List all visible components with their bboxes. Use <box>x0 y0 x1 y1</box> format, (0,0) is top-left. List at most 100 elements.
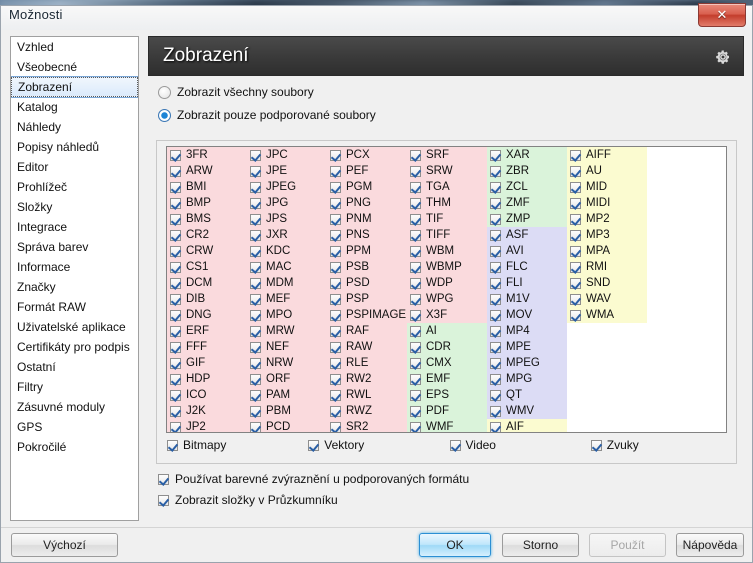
format-item[interactable]: MPE <box>487 339 567 355</box>
format-checkbox[interactable] <box>570 245 581 257</box>
format-item[interactable]: AI <box>407 323 487 339</box>
format-item[interactable]: THM <box>407 195 487 211</box>
format-item[interactable]: BMI <box>167 179 247 195</box>
format-checkbox[interactable] <box>170 197 181 209</box>
format-item[interactable]: SND <box>567 275 647 291</box>
format-checkbox[interactable] <box>250 165 261 177</box>
format-item[interactable]: ZBR <box>487 163 567 179</box>
format-item[interactable]: MID <box>567 179 647 195</box>
format-item[interactable]: RWZ <box>327 403 407 419</box>
format-checkbox[interactable] <box>330 341 341 353</box>
format-item[interactable]: AU <box>567 163 647 179</box>
format-item[interactable]: PBM <box>247 403 327 419</box>
format-item[interactable]: MP2 <box>567 211 647 227</box>
format-checkbox[interactable] <box>490 277 501 289</box>
format-item[interactable]: WMF <box>407 419 487 432</box>
format-item[interactable]: ERF <box>167 323 247 339</box>
format-checkbox[interactable] <box>250 213 261 225</box>
format-checkbox[interactable] <box>330 405 341 417</box>
format-checkbox[interactable] <box>250 181 261 193</box>
format-checkbox[interactable] <box>250 341 261 353</box>
format-item[interactable]: JPE <box>247 163 327 179</box>
format-checkbox[interactable] <box>570 181 581 193</box>
format-item[interactable]: ZMP <box>487 211 567 227</box>
sidebar-item-9[interactable]: Integrace <box>11 217 138 237</box>
defaults-button[interactable]: Výchozí <box>11 533 118 557</box>
format-item[interactable]: ARW <box>167 163 247 179</box>
format-item[interactable]: NEF <box>247 339 327 355</box>
sidebar-item-7[interactable]: Prohlížeč <box>11 177 138 197</box>
format-item[interactable]: CMX <box>407 355 487 371</box>
format-item[interactable]: CS1 <box>167 259 247 275</box>
format-item[interactable]: HDP <box>167 371 247 387</box>
sidebar-item-17[interactable]: Filtry <box>11 377 138 397</box>
format-checkbox[interactable] <box>170 165 181 177</box>
kind-filter-bitmapy[interactable]: Bitmapy <box>167 438 308 452</box>
close-icon[interactable]: ✕ <box>698 3 746 27</box>
format-checkbox[interactable] <box>490 293 501 305</box>
format-item[interactable]: M1V <box>487 291 567 307</box>
format-item[interactable]: CR2 <box>167 227 247 243</box>
format-item[interactable]: AIF <box>487 419 567 432</box>
format-checkbox[interactable] <box>570 213 581 225</box>
format-checkbox[interactable] <box>490 421 501 432</box>
format-checkbox[interactable] <box>570 165 581 177</box>
format-item[interactable]: FLI <box>487 275 567 291</box>
sidebar-item-18[interactable]: Zásuvné moduly <box>11 397 138 417</box>
format-checkbox[interactable] <box>410 325 421 337</box>
format-item[interactable]: MRW <box>247 323 327 339</box>
format-item[interactable]: MDM <box>247 275 327 291</box>
format-item[interactable]: JPEG <box>247 179 327 195</box>
format-checkbox[interactable] <box>170 261 181 273</box>
format-item[interactable]: KDC <box>247 243 327 259</box>
format-checkbox[interactable] <box>410 405 421 417</box>
kind-checkbox[interactable] <box>590 439 602 451</box>
format-item[interactable]: JXR <box>247 227 327 243</box>
format-checkbox[interactable] <box>570 261 581 273</box>
format-item[interactable]: PPM <box>327 243 407 259</box>
format-checkbox[interactable] <box>250 405 261 417</box>
kind-filter-zvuky[interactable]: Zvuky <box>590 438 732 452</box>
format-item[interactable]: MOV <box>487 307 567 323</box>
format-item[interactable]: MP4 <box>487 323 567 339</box>
format-checkbox[interactable] <box>490 149 501 161</box>
format-item[interactable]: SR2 <box>327 419 407 432</box>
format-item[interactable]: MPO <box>247 307 327 323</box>
sidebar-item-11[interactable]: Informace <box>11 257 138 277</box>
format-item[interactable]: JPS <box>247 211 327 227</box>
format-item[interactable]: PSD <box>327 275 407 291</box>
format-checkbox[interactable] <box>330 149 341 161</box>
format-item[interactable]: ZCL <box>487 179 567 195</box>
format-item[interactable]: TIF <box>407 211 487 227</box>
format-item[interactable]: BMS <box>167 211 247 227</box>
format-item[interactable]: PSPIMAGE <box>327 307 407 323</box>
format-checkbox[interactable] <box>570 149 581 161</box>
format-item[interactable]: PEF <box>327 163 407 179</box>
sidebar-item-5[interactable]: Popisy náhledů <box>11 137 138 157</box>
radio-option-0[interactable]: Zobrazit všechny soubory <box>158 85 744 99</box>
format-checkbox[interactable] <box>170 357 181 369</box>
format-item[interactable]: DCM <box>167 275 247 291</box>
format-checkbox[interactable] <box>490 229 501 241</box>
format-checkbox[interactable] <box>170 389 181 401</box>
display-option-1[interactable]: Zobrazit složky v Průzkumníku <box>158 493 338 507</box>
format-checkbox[interactable] <box>170 181 181 193</box>
format-checkbox[interactable] <box>170 245 181 257</box>
format-checkbox[interactable] <box>410 261 421 273</box>
format-item[interactable]: PCX <box>327 147 407 163</box>
format-kind-filters[interactable]: Bitmapy Vektory Video Zvuky <box>167 438 732 452</box>
sidebar-item-15[interactable]: Certifikáty pro podpis <box>11 337 138 357</box>
format-checkbox[interactable] <box>410 213 421 225</box>
format-item[interactable]: X3F <box>407 307 487 323</box>
format-checkbox[interactable] <box>490 325 501 337</box>
cancel-button[interactable]: Storno <box>502 533 579 557</box>
kind-filter-video[interactable]: Video <box>449 438 591 452</box>
format-checkbox[interactable] <box>490 373 501 385</box>
format-item[interactable]: MP3 <box>567 227 647 243</box>
format-item[interactable]: DIB <box>167 291 247 307</box>
format-checkbox[interactable] <box>410 197 421 209</box>
format-checkbox[interactable] <box>330 373 341 385</box>
format-checkbox[interactable] <box>250 293 261 305</box>
format-checkbox[interactable] <box>170 213 181 225</box>
format-item[interactable]: JPC <box>247 147 327 163</box>
